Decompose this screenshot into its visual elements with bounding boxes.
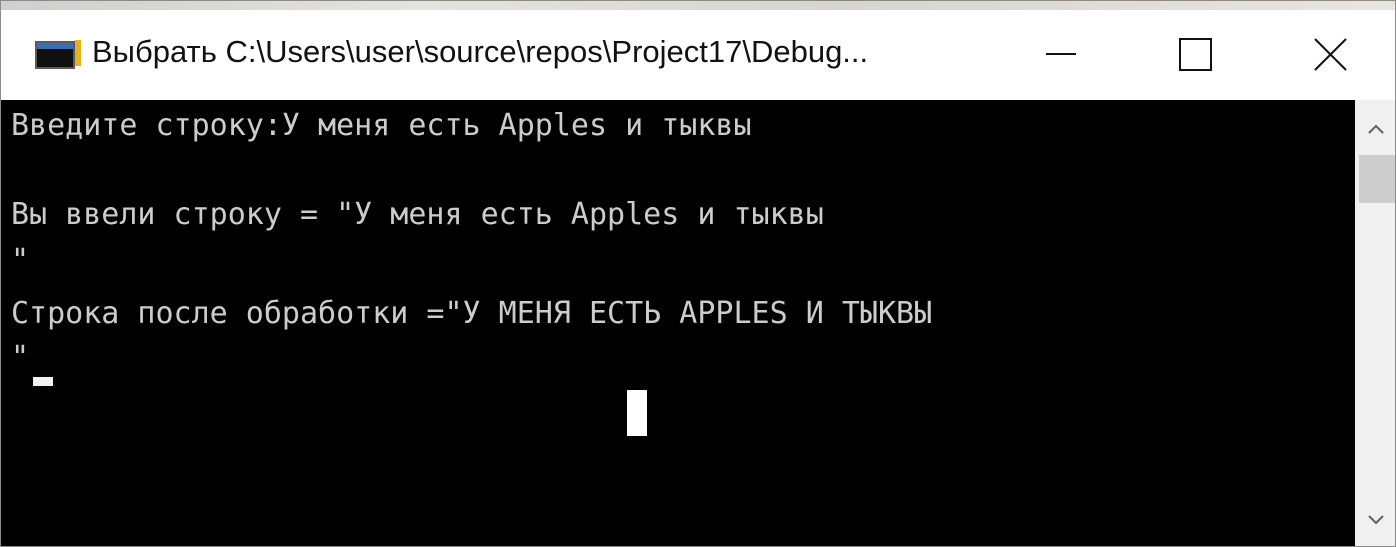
chevron-up-icon <box>1368 124 1384 134</box>
close-button[interactable] <box>1266 10 1395 100</box>
minimize-button[interactable] <box>1001 10 1131 100</box>
chevron-down-icon <box>1368 515 1384 525</box>
console-output[interactable]: Введите строку:У меня есть Apples и тыкв… <box>1 100 1355 546</box>
text-cursor <box>33 377 53 386</box>
block-cursor <box>627 390 647 436</box>
maximize-button[interactable] <box>1131 10 1261 100</box>
console-app-icon[interactable] <box>35 40 81 69</box>
console-line: Вы ввели строку = "У меня есть Apples и … <box>11 197 824 232</box>
scroll-down-button[interactable] <box>1355 496 1395 546</box>
window-title: Выбрать C:\Users\user\source\repos\Proje… <box>92 34 869 69</box>
scroll-up-button[interactable] <box>1355 100 1395 152</box>
title-bar[interactable]: Выбрать C:\Users\user\source\repos\Proje… <box>1 10 1395 100</box>
console-line: Введите строку:У меня есть Apples и тыкв… <box>11 108 752 143</box>
console-line: " <box>11 340 30 375</box>
desktop-background-strip <box>1 1 1395 10</box>
console-window: Выбрать C:\Users\user\source\repos\Proje… <box>0 0 1396 547</box>
scroll-thumb[interactable] <box>1359 155 1395 203</box>
console-line: Строка после обработки ="У МЕНЯ ЕСТЬ APP… <box>11 296 933 331</box>
close-icon <box>1314 38 1347 71</box>
minimize-icon <box>1046 53 1076 55</box>
console-line: " <box>11 243 30 278</box>
vertical-scrollbar[interactable] <box>1355 100 1395 546</box>
maximize-icon <box>1179 38 1212 71</box>
